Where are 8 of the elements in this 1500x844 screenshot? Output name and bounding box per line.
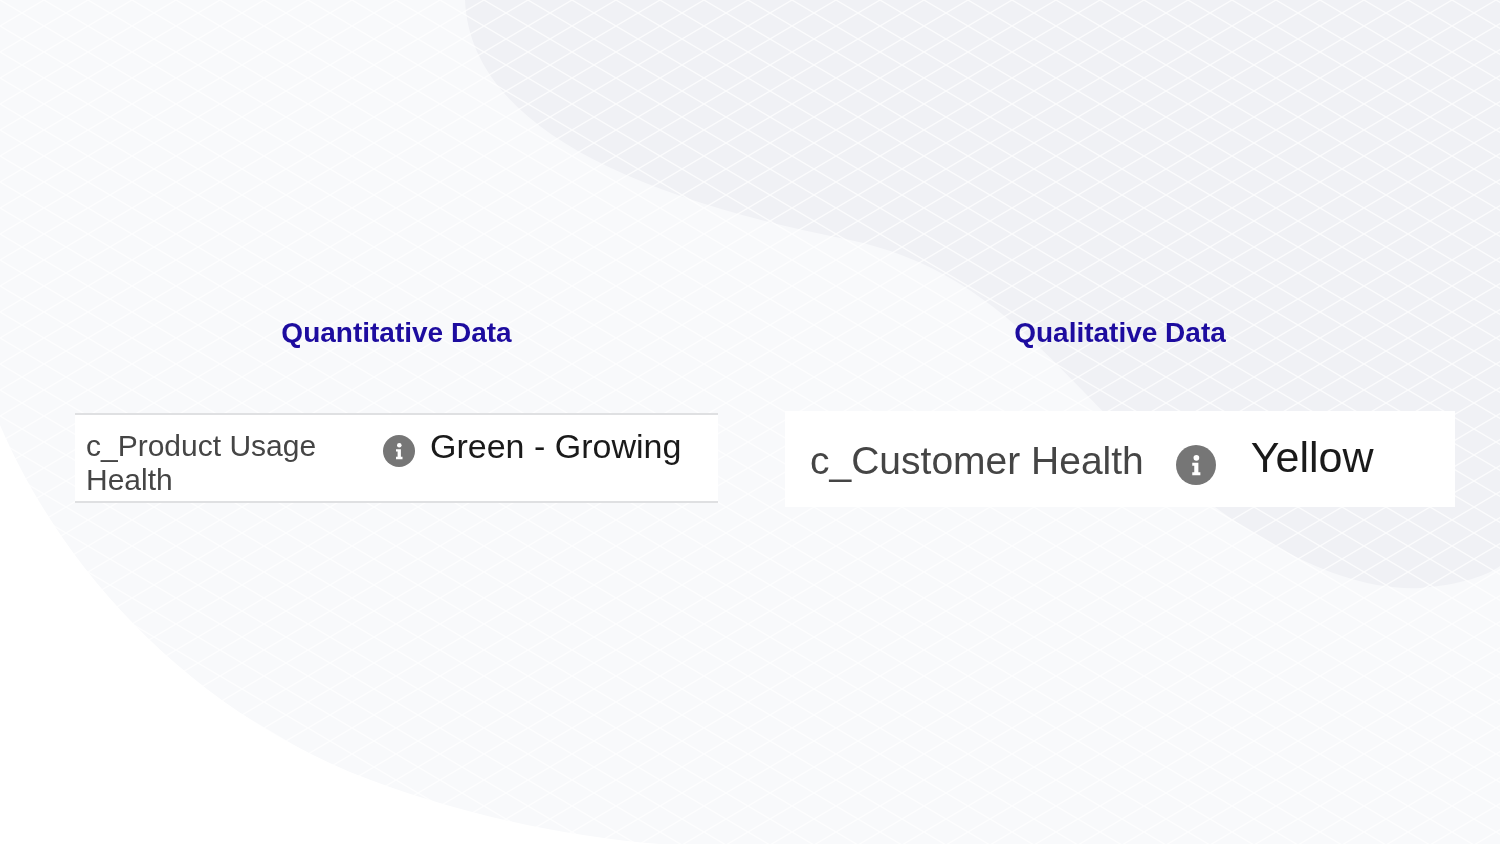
field-value: Green - Growing (430, 429, 682, 463)
field-label: c_Product Usage Health (86, 429, 318, 497)
info-icon[interactable] (1175, 445, 1216, 485)
section-heading: Qualitative Data (1014, 316, 1226, 350)
info-icon[interactable] (383, 435, 415, 467)
field-label: c_Customer Health (810, 439, 1144, 483)
field-value: Yellow (1250, 433, 1374, 481)
section-heading: Quantitative Data (281, 316, 512, 350)
